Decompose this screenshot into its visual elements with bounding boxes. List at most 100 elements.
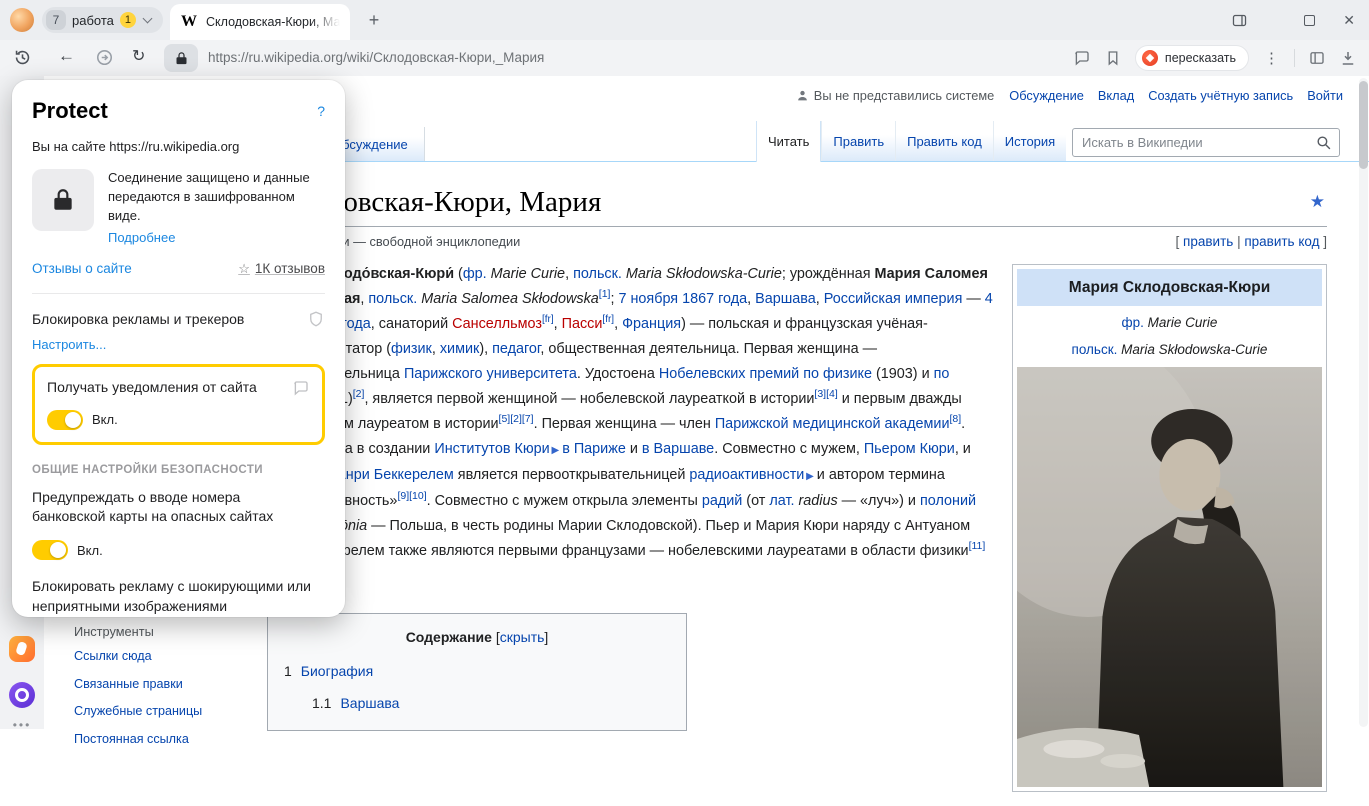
wiki-link[interactable]: Институтов Кюри <box>434 441 549 457</box>
wiki-link[interactable]: Парижской медицинской академии <box>715 416 950 432</box>
page-scrollbar[interactable] <box>1359 78 1368 727</box>
edit-link[interactable]: править код <box>1244 234 1319 249</box>
text-run: , <box>554 316 562 332</box>
sidebar-service-icon[interactable] <box>9 636 35 662</box>
wiki-link[interactable]: педагог <box>492 341 540 357</box>
protect-help-link[interactable]: ? <box>317 103 325 119</box>
personal-link[interactable]: Вклад <box>1098 88 1134 103</box>
wiki-link[interactable]: Нобелевских премий по физике <box>659 366 872 382</box>
tab-group-count-badge: 7 <box>46 10 66 30</box>
person-icon <box>796 89 809 102</box>
wiki-link[interactable]: физик <box>391 341 432 357</box>
citation-ref[interactable]: [8] <box>949 413 961 425</box>
wiki-redlink[interactable]: Пасси <box>562 316 603 332</box>
tab-group[interactable]: 7 работа 1 <box>42 7 163 33</box>
text-run: , является первой женщиной — нобелевской… <box>364 391 814 407</box>
wiki-redlink[interactable]: Санселльмоз <box>452 316 542 332</box>
wiki-link[interactable]: в Варшаве <box>642 441 714 457</box>
wiki-link[interactable]: радий <box>702 493 742 509</box>
wiki-link[interactable]: фр. <box>463 266 487 282</box>
comments-icon[interactable] <box>1073 49 1091 67</box>
notifications-toggle[interactable] <box>47 410 83 430</box>
sidebar-tool-link[interactable]: Связанные правки <box>74 675 202 695</box>
refresh-button[interactable]: ↻ <box>132 46 145 66</box>
citation-ref[interactable]: [9][10] <box>397 490 426 502</box>
details-link[interactable]: Подробнее <box>108 230 320 245</box>
wiki-link[interactable]: польск. <box>573 266 622 282</box>
wiki-link[interactable]: Варшава <box>755 291 816 307</box>
wiki-link[interactable]: Франция <box>622 316 681 332</box>
citation-ref[interactable]: [1] <box>599 288 611 300</box>
address-toolbar: ← ↻ https://ru.wikipedia.org/wiki/Склодо… <box>0 40 1369 76</box>
citation-ref[interactable]: [5][2][7] <box>499 413 534 425</box>
text-run: . Удостоена <box>577 366 659 382</box>
wiki-link[interactable]: химик <box>440 341 479 357</box>
url-text[interactable]: https://ru.wikipedia.org/wiki/Склодовска… <box>208 50 544 65</box>
text-italic: Maria Salomea Skłodowska <box>417 291 599 307</box>
wiki-search-box[interactable] <box>1072 128 1340 157</box>
back-button[interactable]: ← <box>58 46 75 66</box>
toc-hide-link[interactable]: скрыть <box>500 629 545 645</box>
side-panel-icon[interactable] <box>1231 12 1248 29</box>
wiki-link[interactable]: Пьером Кюри <box>864 441 955 457</box>
chevron-down-icon[interactable] <box>142 14 152 24</box>
site-security-lock-button[interactable] <box>164 44 198 72</box>
personal-link[interactable]: Создать учётную запись <box>1148 88 1293 103</box>
wiki-view-tab[interactable]: Править <box>821 121 895 161</box>
text-run: ; урождённая <box>782 266 875 282</box>
edit-link[interactable]: править <box>1183 234 1233 249</box>
wiki-link[interactable]: Российская империя <box>824 291 963 307</box>
active-tab[interactable]: W Склодовская-Кюри, Ма <box>170 4 350 40</box>
summarize-button[interactable]: пересказать <box>1135 45 1249 71</box>
interlang-ref[interactable]: [fr] <box>542 314 554 325</box>
article-body: Мария Склодовская-Кюри фр. Marie Curie п… <box>267 262 1327 731</box>
infobox-lang-fr: фр. Marie Curie <box>1017 313 1322 333</box>
personal-link[interactable]: Войти <box>1307 88 1343 103</box>
wiki-link[interactable]: радиоактивности <box>689 467 804 483</box>
toc-item[interactable]: 1.1Варшава <box>312 691 670 716</box>
personal-link[interactable]: Обсуждение <box>1009 88 1084 103</box>
alice-assistant-icon[interactable] <box>9 682 35 708</box>
wiki-view-tab[interactable]: Читать <box>756 121 821 162</box>
scrollbar-thumb[interactable] <box>1359 81 1368 169</box>
tabs-panel-icon[interactable] <box>1308 49 1326 67</box>
watchlist-star-icon[interactable]: ★ <box>1310 192 1325 212</box>
interlang-ref[interactable]: [fr] <box>602 314 614 325</box>
search-icon[interactable] <box>1315 134 1332 151</box>
more-menu-button[interactable]: ⋮ <box>1262 49 1281 67</box>
search-input[interactable] <box>1082 135 1309 150</box>
configure-link[interactable]: Настроить... <box>32 337 325 352</box>
maximize-button[interactable] <box>1304 15 1315 26</box>
site-reviews-link[interactable]: Отзывы о сайте <box>32 261 132 276</box>
close-window-button[interactable]: ✕ <box>1343 12 1355 29</box>
wiki-view-tab[interactable]: История <box>993 121 1066 161</box>
reviews-count-link[interactable]: ☆ 1К отзывов <box>238 261 325 277</box>
wiki-link[interactable]: в Париже <box>562 441 626 457</box>
text-run: — «луч») и <box>838 493 920 509</box>
wiki-link[interactable]: 1867 года <box>682 291 747 307</box>
wiki-link[interactable]: польск. <box>368 291 417 307</box>
toc-item[interactable]: 1Биография <box>284 659 670 684</box>
card-warning-toggle[interactable] <box>32 540 68 560</box>
downloads-icon[interactable] <box>1339 49 1357 67</box>
wiki-link[interactable]: полоний <box>920 493 976 509</box>
person-infobox: Мария Склодовская-Кюри фр. Marie Curie п… <box>1012 264 1327 792</box>
notifications-label: Получать уведомления от сайта <box>47 379 257 395</box>
wiki-view-tab[interactable]: Править код <box>895 121 993 161</box>
wiki-link[interactable]: лат. <box>769 493 794 509</box>
new-tab-button[interactable]: + <box>362 8 386 32</box>
sidebar-tool-link[interactable]: Постоянная ссылка <box>74 730 202 750</box>
goto-arrow-icon: ▶ <box>804 471 812 482</box>
sidebar-tool-link[interactable]: Служебные страницы <box>74 702 202 722</box>
citation-ref[interactable]: [2] <box>353 388 365 400</box>
personal-bar: Вы не представились системе ОбсуждениеВк… <box>796 88 1343 103</box>
wiki-link[interactable]: 7 ноября <box>618 291 678 307</box>
bookmark-icon[interactable] <box>1104 49 1122 67</box>
history-icon[interactable] <box>13 48 32 67</box>
forward-button[interactable] <box>95 48 114 67</box>
wiki-link[interactable]: Парижского университета <box>404 366 577 382</box>
all-services-icon[interactable]: ••• <box>0 718 44 732</box>
profile-avatar[interactable] <box>10 8 34 32</box>
citation-ref[interactable]: [3][4] <box>814 388 837 400</box>
sidebar-tool-link[interactable]: Ссылки сюда <box>74 647 202 667</box>
